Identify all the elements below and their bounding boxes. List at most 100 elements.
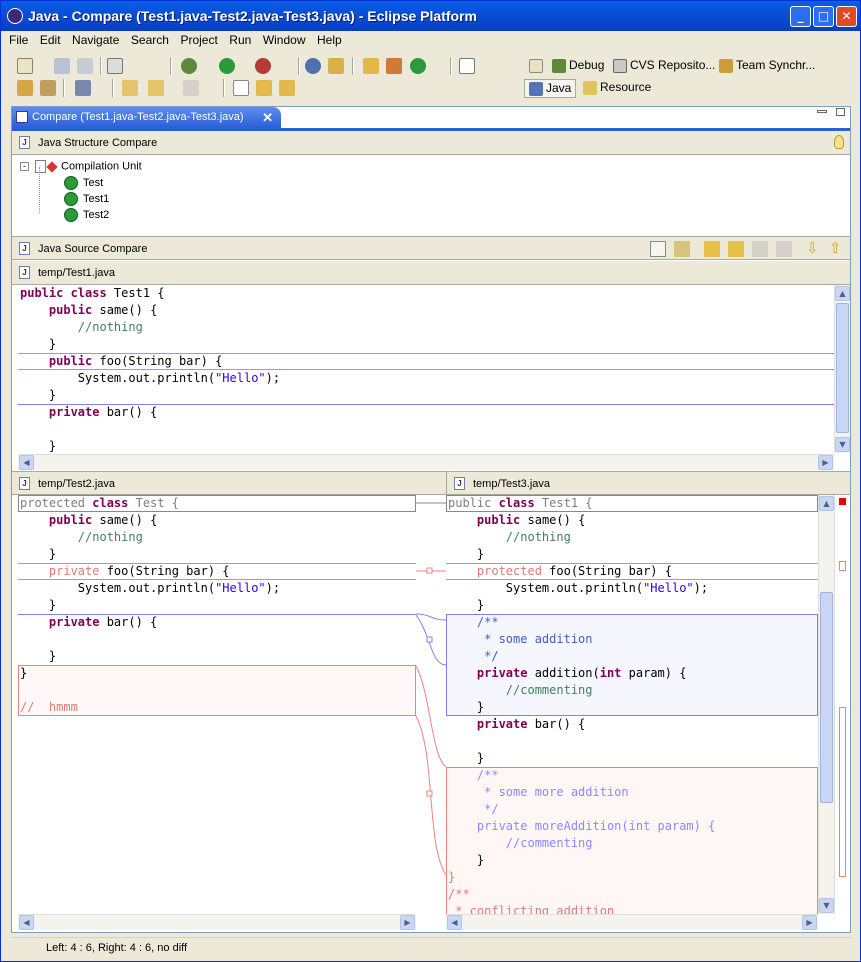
copy-all-right-icon[interactable] (728, 241, 744, 257)
ancestor-pane[interactable]: public class Test1 { public same() { //n… (18, 285, 834, 453)
toggle-icon[interactable] (233, 80, 249, 96)
menu-run[interactable]: Run (225, 31, 255, 49)
right-scrollbar-h[interactable]: ◀ ▶ (446, 914, 818, 930)
minimize-view-icon[interactable] (817, 110, 827, 113)
compilation-unit-icon (35, 160, 46, 173)
java-file-icon: J (19, 477, 30, 490)
maximize-view-icon[interactable] (836, 108, 845, 116)
team-sync-icon (719, 58, 733, 73)
perspective-java[interactable]: Java (524, 79, 577, 98)
new-icon[interactable] (17, 58, 33, 74)
source-compare-header: J Java Source Compare ⇩ ⇧ (12, 236, 850, 260)
ancestor-scrollbar-v[interactable]: ▲ ▼ (834, 285, 850, 453)
copy-left-icon[interactable] (752, 241, 768, 257)
copy-all-left-icon[interactable] (704, 241, 720, 257)
scroll-right-icon[interactable]: ▶ (802, 915, 817, 930)
title-bar[interactable]: Java - Compare (Test1.java-Test2.java-Te… (1, 1, 860, 31)
conflict-marker (839, 498, 846, 505)
tree-node-test1[interactable]: Test1 (64, 192, 109, 206)
overview-ruler[interactable] (834, 495, 850, 914)
menu-file[interactable]: File (5, 31, 32, 49)
menu-window[interactable]: Window (259, 31, 310, 49)
tree-node-test[interactable]: Test (64, 176, 103, 190)
perspective-open[interactable] (529, 58, 546, 73)
close-tab-icon[interactable]: ✕ (262, 107, 273, 128)
help-icon[interactable] (305, 58, 321, 74)
left-scrollbar-h[interactable]: ◀ ▶ (18, 914, 416, 930)
main-toolbar (5, 56, 505, 80)
ancestor-file-header: J temp/Test1.java (12, 261, 850, 285)
status-text: Left: 4 : 6, Right: 4 : 6, no diff (46, 942, 188, 954)
compare-editor-tab[interactable]: Compare (Test1.java-Test2.java-Test3.jav… (12, 107, 281, 128)
back-icon[interactable] (148, 80, 164, 96)
java-perspective-icon (529, 81, 543, 96)
next-annotation-icon[interactable] (75, 80, 91, 96)
scroll-left-icon[interactable]: ◀ (19, 455, 34, 470)
print-icon[interactable] (107, 58, 123, 74)
previous-difference-icon[interactable]: ⇧ (829, 241, 843, 257)
debug-icon[interactable] (181, 58, 197, 74)
java-file-icon: J (19, 136, 30, 149)
left-pane[interactable]: protected class Test { public same() { /… (18, 495, 416, 914)
open-folder-icon[interactable] (17, 80, 33, 96)
copy-right-icon[interactable] (776, 241, 792, 257)
last-edit-icon[interactable] (122, 80, 138, 96)
menu-project[interactable]: Project (176, 31, 221, 49)
scroll-left-icon[interactable]: ◀ (19, 915, 34, 930)
class-icon (64, 192, 78, 206)
next-difference-icon[interactable]: ⇩ (806, 241, 820, 257)
prev-diff-icon[interactable] (279, 80, 295, 96)
forward-icon[interactable] (183, 80, 199, 96)
new-package-icon[interactable] (386, 58, 402, 74)
debug-perspective-icon (552, 58, 566, 73)
perspective-team[interactable]: Team Synchr... (719, 58, 815, 73)
save-all-icon[interactable] (77, 58, 93, 74)
structure-compare-header: J Java Structure Compare (12, 131, 850, 155)
conflict-icon (46, 160, 58, 173)
cvs-icon (613, 58, 627, 73)
search-icon[interactable] (328, 58, 344, 74)
run-icon[interactable] (219, 58, 235, 74)
status-bar: Left: 4 : 6, Right: 4 : 6, no diff (11, 937, 851, 957)
menu-search[interactable]: Search (127, 31, 173, 49)
next-diff-icon[interactable] (256, 80, 272, 96)
secondary-toolbar (5, 78, 305, 102)
scroll-down-icon[interactable]: ▼ (819, 898, 834, 913)
open-type-icon[interactable] (459, 58, 475, 74)
class-icon (64, 176, 78, 190)
scroll-left-icon[interactable]: ◀ (447, 915, 462, 930)
ancestor-scrollbar-h[interactable]: ◀ ▶ (18, 454, 834, 470)
close-button[interactable]: ✕ (836, 6, 857, 27)
right-scrollbar-v[interactable]: ▲ ▼ (818, 495, 834, 914)
scroll-right-icon[interactable]: ▶ (818, 455, 833, 470)
scroll-up-icon[interactable]: ▲ (819, 496, 834, 511)
external-tools-icon[interactable] (255, 58, 271, 74)
pen-icon[interactable] (40, 80, 56, 96)
menu-edit[interactable]: Edit (36, 31, 65, 49)
minimize-button[interactable]: _ (790, 6, 811, 27)
class-icon (64, 208, 78, 222)
tree-node-test2[interactable]: Test2 (64, 208, 109, 222)
resource-perspective-icon (583, 80, 597, 95)
swap-icon[interactable] (674, 241, 690, 257)
perspective-cvs[interactable]: CVS Reposito... (613, 58, 715, 73)
new-class-icon[interactable] (410, 58, 426, 74)
left-file-header: J temp/Test2.java (12, 471, 414, 495)
eclipse-icon (7, 8, 23, 24)
layout-icon[interactable] (650, 241, 666, 257)
menu-help[interactable]: Help (313, 31, 346, 49)
right-pane[interactable]: public class Test1 { public same() { //n… (446, 495, 818, 914)
collapse-icon[interactable]: - (20, 162, 29, 171)
save-icon[interactable] (54, 58, 70, 74)
compare-editor: Compare (Test1.java-Test2.java-Test3.jav… (11, 106, 851, 933)
menu-navigate[interactable]: Navigate (68, 31, 123, 49)
menu-bar: File Edit Navigate Search Project Run Wi… (5, 31, 346, 51)
new-java-project-icon[interactable] (363, 58, 379, 74)
perspective-debug[interactable]: Debug (552, 58, 604, 73)
perspective-resource[interactable]: Resource (583, 80, 651, 95)
maximize-button[interactable]: □ (813, 6, 834, 27)
scroll-down-icon[interactable]: ▼ (835, 437, 850, 452)
scroll-right-icon[interactable]: ▶ (400, 915, 415, 930)
compare-icon (16, 111, 28, 123)
scroll-up-icon[interactable]: ▲ (835, 286, 850, 301)
